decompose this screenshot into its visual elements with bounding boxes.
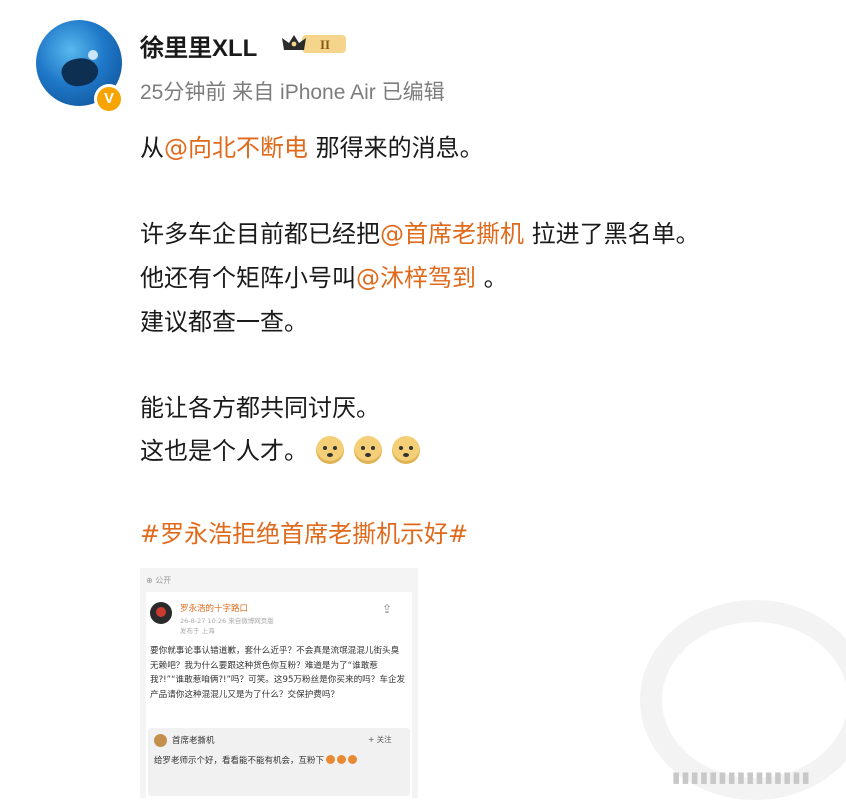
mention-link[interactable]: @沐梓驾到	[356, 264, 476, 292]
line-text: 拉进了黑名单。	[524, 220, 700, 248]
line-text: 。	[476, 264, 508, 292]
embedded-location: 发布于 上海	[180, 627, 215, 635]
mention-link[interactable]: @向北不断电	[164, 134, 308, 162]
verified-badge-icon: V	[94, 84, 124, 114]
mention-link[interactable]: @首席老撕机	[380, 220, 524, 248]
comment-avatar	[154, 734, 167, 747]
doge-emoji-icon	[391, 436, 420, 464]
hashtag-link[interactable]: #罗永浩拒绝首席老撕机示好#	[140, 514, 468, 549]
embedded-screenshot[interactable]: ⊕ 公开 罗永浩的十字路口 26-8-27 10:26 来自微博网页版 发布于 …	[140, 568, 418, 798]
post-line-5: 能让各方都共同讨厌。	[140, 394, 380, 422]
post-line-4: 建议都查一查。	[140, 308, 308, 336]
embedded-author-name: 罗永浩的十字路口	[180, 604, 249, 614]
image-pager-indicator: ▮▮▮▮▮▮▮▮▮▮▮▮▮▮▮	[672, 768, 811, 786]
comment-follow-button: + 关注	[368, 735, 392, 744]
visibility-label: ⊕ 公开	[146, 576, 172, 585]
embedded-comment: 首席老撕机 + 关注 给罗老师示个好，看看能不能有机会，互粉下	[148, 728, 410, 796]
embedded-body: 要你就事论事认错道歉，套什么近乎？不会真是流氓混混儿街头臭无赖吧？我为什么要跟这…	[150, 646, 406, 700]
comment-text: 给罗老师示个好，看看能不能有机会，互粉下	[154, 754, 358, 766]
line-text: 从	[140, 134, 164, 162]
avatar-bubble	[88, 50, 98, 60]
emoji-icon	[326, 755, 336, 764]
embedded-post-card: 罗永浩的十字路口 26-8-27 10:26 来自微博网页版 发布于 上海 ⇪ …	[146, 592, 412, 798]
emoji-icon	[337, 755, 347, 764]
line-text: 他还有个矩阵小号叫	[140, 264, 356, 292]
username[interactable]: 徐里里XLL	[140, 28, 257, 63]
post-line-3: 他还有个矩阵小号叫@沐梓驾到 。	[140, 258, 508, 293]
post-line-1: 从@向北不断电 那得来的消息。	[140, 128, 484, 163]
level-badge-icon: II	[282, 35, 346, 53]
embedded-time: 26-8-27 10:26 来自微博网页版	[180, 617, 274, 625]
embedded-author-avatar	[150, 602, 172, 624]
doge-emoji-icon	[315, 436, 344, 464]
line-text: 这也是个人才。	[140, 437, 308, 465]
doge-emoji-icon	[353, 436, 382, 464]
line-text: 那得来的消息。	[308, 134, 484, 162]
comment-author: 首席老撕机	[172, 736, 215, 746]
share-icon: ⇪	[382, 602, 393, 616]
post-meta: 25分钟前 来自 iPhone Air 已编辑	[140, 81, 445, 104]
line-text: 许多车企目前都已经把	[140, 220, 380, 248]
post-line-6: 这也是个人才。	[140, 431, 430, 466]
emoji-icon	[348, 755, 358, 764]
post-line-2: 许多车企目前都已经把@首席老撕机 拉进了黑名单。	[140, 214, 700, 249]
level-badge-label: II	[320, 37, 330, 52]
